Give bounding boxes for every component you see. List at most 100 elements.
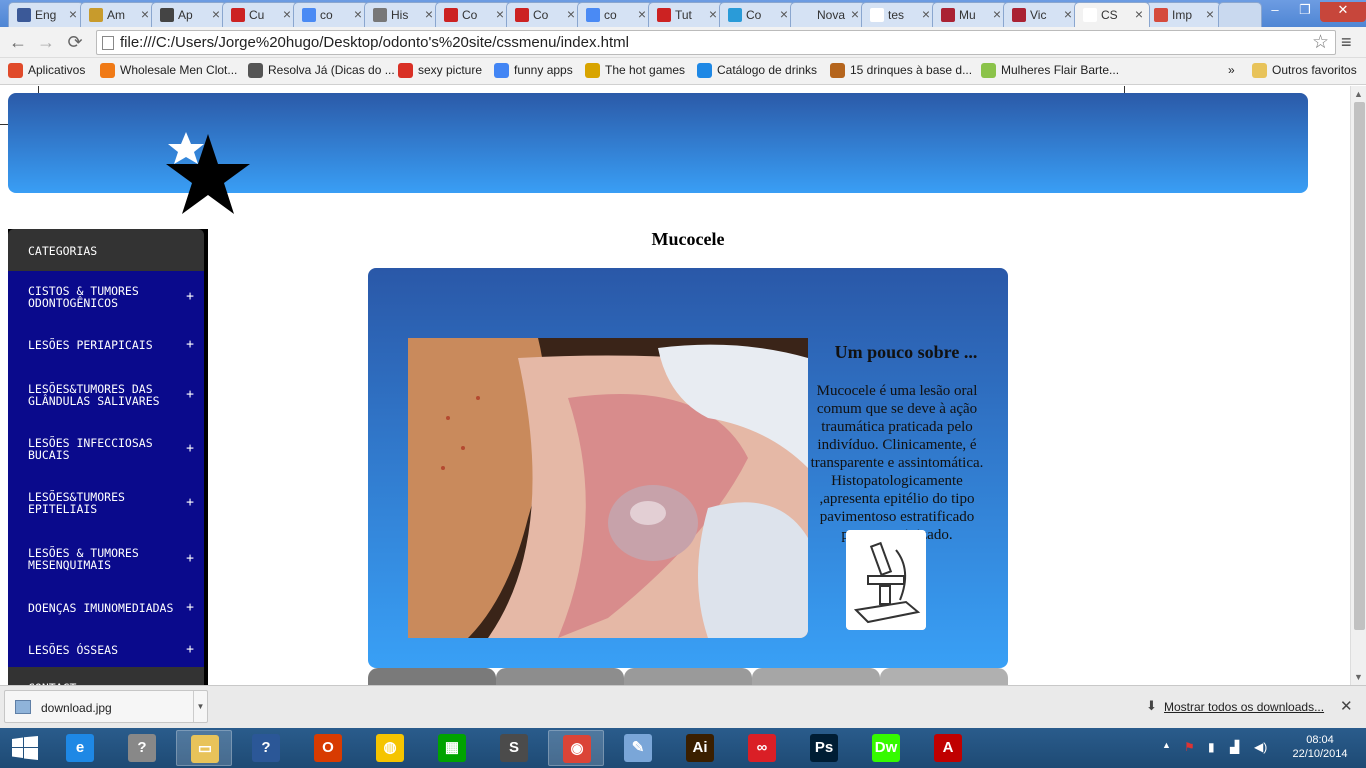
show-all-downloads-link[interactable]: Mostrar todos os downloads...: [1164, 700, 1324, 714]
taskbar-app[interactable]: A: [920, 730, 976, 766]
sidebar-category-item[interactable]: LESÕES&TUMORES DAS GLÂNDULAS SALIVARES +: [8, 367, 204, 423]
browser-tab[interactable]: Co ×: [719, 2, 795, 27]
address-bar[interactable]: file:///C:/Users/Jorge%20hugo/Desktop/od…: [96, 30, 1336, 55]
tab-close-icon[interactable]: ×: [1135, 6, 1143, 22]
maximize-button[interactable]: ❐: [1290, 2, 1320, 22]
browser-tab[interactable]: Mu ×: [932, 2, 1008, 27]
browser-tab[interactable]: Vic ×: [1003, 2, 1079, 27]
download-item[interactable]: download.jpg ▼: [4, 690, 208, 723]
tab-close-icon[interactable]: ×: [69, 6, 77, 22]
taskbar-app[interactable]: ?: [238, 730, 294, 766]
expand-plus-icon[interactable]: +: [186, 552, 194, 565]
taskbar-app[interactable]: ?: [114, 730, 170, 766]
close-window-button[interactable]: ✕: [1320, 2, 1366, 22]
expand-plus-icon[interactable]: +: [186, 338, 194, 351]
tab-close-icon[interactable]: ×: [1206, 6, 1214, 22]
taskbar-app[interactable]: Dw: [858, 730, 914, 766]
tray-expand-icon[interactable]: ▲: [1162, 740, 1171, 750]
sidebar-category-item[interactable]: DOENÇAS IMUNOMEDIADAS +: [8, 587, 204, 629]
bookmarks-overflow-button[interactable]: »: [1208, 63, 1235, 77]
sidebar-category-item[interactable]: LESÕES ÓSSEAS +: [8, 629, 204, 671]
tab-close-icon[interactable]: ×: [709, 6, 717, 22]
tab-close-icon[interactable]: ×: [212, 6, 220, 22]
browser-tab[interactable]: His ×: [364, 2, 440, 27]
browser-tab[interactable]: co ×: [577, 2, 653, 27]
content-tab[interactable]: [368, 668, 496, 685]
tab-close-icon[interactable]: ×: [141, 6, 149, 22]
other-bookmarks-folder[interactable]: Outros favoritos: [1252, 63, 1357, 78]
sidebar-category-item[interactable]: CISTOS & TUMORES ODONTOGÊNICOS +: [8, 271, 204, 323]
content-tab[interactable]: [752, 668, 880, 685]
browser-tab[interactable]: Am ×: [80, 2, 156, 27]
tab-close-icon[interactable]: ×: [567, 6, 575, 22]
network-icon[interactable]: ▟: [1230, 740, 1239, 754]
contact-menu-item[interactable]: CONTACT: [8, 667, 204, 685]
scroll-up-icon[interactable]: ▲: [1354, 89, 1363, 99]
taskbar-app[interactable]: ◍: [362, 730, 418, 766]
vertical-scrollbar[interactable]: ▲ ▼: [1350, 86, 1366, 685]
browser-tab[interactable]: Nova ×: [790, 2, 866, 27]
bookmark-item[interactable]: 15 drinques à base d...: [830, 63, 972, 78]
tab-close-icon[interactable]: ×: [638, 6, 646, 22]
system-clock[interactable]: 08:04 22/10/2014: [1290, 733, 1350, 761]
browser-tab[interactable]: tes ×: [861, 2, 937, 27]
browser-tab[interactable]: CS ×: [1074, 2, 1150, 27]
minimize-button[interactable]: –: [1260, 2, 1290, 22]
sidebar-category-item[interactable]: LESÕES INFECCIOSAS BUCAIS +: [8, 423, 204, 475]
browser-tab[interactable]: Eng ×: [8, 2, 84, 27]
scrollbar-thumb[interactable]: [1354, 102, 1365, 630]
bookmark-item[interactable]: funny apps: [494, 63, 573, 78]
browser-tab[interactable]: Cu ×: [222, 2, 298, 27]
tab-close-icon[interactable]: ×: [425, 6, 433, 22]
tab-close-icon[interactable]: ×: [283, 6, 291, 22]
taskbar-app[interactable]: ◉: [548, 730, 604, 766]
browser-tab[interactable]: Co ×: [435, 2, 511, 27]
sidebar-category-item[interactable]: LESÕES PERIAPICAIS +: [8, 323, 204, 367]
battery-icon[interactable]: ▮: [1208, 740, 1215, 754]
expand-plus-icon[interactable]: +: [186, 388, 194, 401]
bookmark-item[interactable]: Wholesale Men Clot...: [100, 63, 237, 78]
taskbar-app[interactable]: Ai: [672, 730, 728, 766]
reload-button[interactable]: ⟳: [63, 31, 87, 55]
browser-tab[interactable]: Co ×: [506, 2, 582, 27]
browser-tab[interactable]: Tut ×: [648, 2, 724, 27]
close-download-bar-button[interactable]: ✕: [1340, 697, 1353, 715]
tab-close-icon[interactable]: ×: [851, 6, 859, 22]
volume-icon[interactable]: ◀): [1254, 740, 1267, 754]
sidebar-category-item[interactable]: LESÕES & TUMORES MESENQUIMAIS +: [8, 531, 204, 587]
expand-plus-icon[interactable]: +: [186, 442, 194, 455]
taskbar-app[interactable]: ✎: [610, 730, 666, 766]
back-button[interactable]: ←: [6, 31, 30, 55]
scroll-down-icon[interactable]: ▼: [1354, 672, 1363, 682]
tab-close-icon[interactable]: ×: [922, 6, 930, 22]
chrome-menu-icon[interactable]: ≡: [1341, 32, 1352, 53]
taskbar-app[interactable]: ▦: [424, 730, 480, 766]
action-center-icon[interactable]: ⚑: [1184, 740, 1195, 754]
browser-tab[interactable]: Imp ×: [1145, 2, 1221, 27]
tab-close-icon[interactable]: ×: [993, 6, 1001, 22]
content-tab[interactable]: [496, 668, 624, 685]
expand-plus-icon[interactable]: +: [186, 643, 194, 656]
bookmark-item[interactable]: Catálogo de drinks: [697, 63, 817, 78]
browser-tab[interactable]: Ap ×: [151, 2, 227, 27]
taskbar-app[interactable]: S: [486, 730, 542, 766]
expand-plus-icon[interactable]: +: [186, 290, 194, 303]
taskbar-app[interactable]: O: [300, 730, 356, 766]
expand-plus-icon[interactable]: +: [186, 601, 194, 614]
taskbar-app[interactable]: ▭: [176, 730, 232, 766]
start-button-icon[interactable]: [12, 736, 38, 760]
tab-close-icon[interactable]: ×: [1064, 6, 1072, 22]
bookmark-star-icon[interactable]: ☆: [1312, 31, 1329, 54]
taskbar-app[interactable]: Ps: [796, 730, 852, 766]
tab-close-icon[interactable]: ×: [354, 6, 362, 22]
tab-close-icon[interactable]: ×: [780, 6, 788, 22]
sidebar-category-item[interactable]: LESÕES&TUMORES EPITELIAIS +: [8, 475, 204, 531]
bookmark-item[interactable]: Aplicativos: [8, 63, 85, 78]
content-tab[interactable]: [880, 668, 1008, 685]
bookmark-item[interactable]: Mulheres Flair Barte...: [981, 63, 1119, 78]
taskbar-app[interactable]: ∞: [734, 730, 790, 766]
expand-plus-icon[interactable]: +: [186, 496, 194, 509]
download-options-chevron-icon[interactable]: ▼: [193, 691, 207, 722]
new-tab-button[interactable]: [1218, 2, 1262, 27]
bookmark-item[interactable]: The hot games: [585, 63, 685, 78]
